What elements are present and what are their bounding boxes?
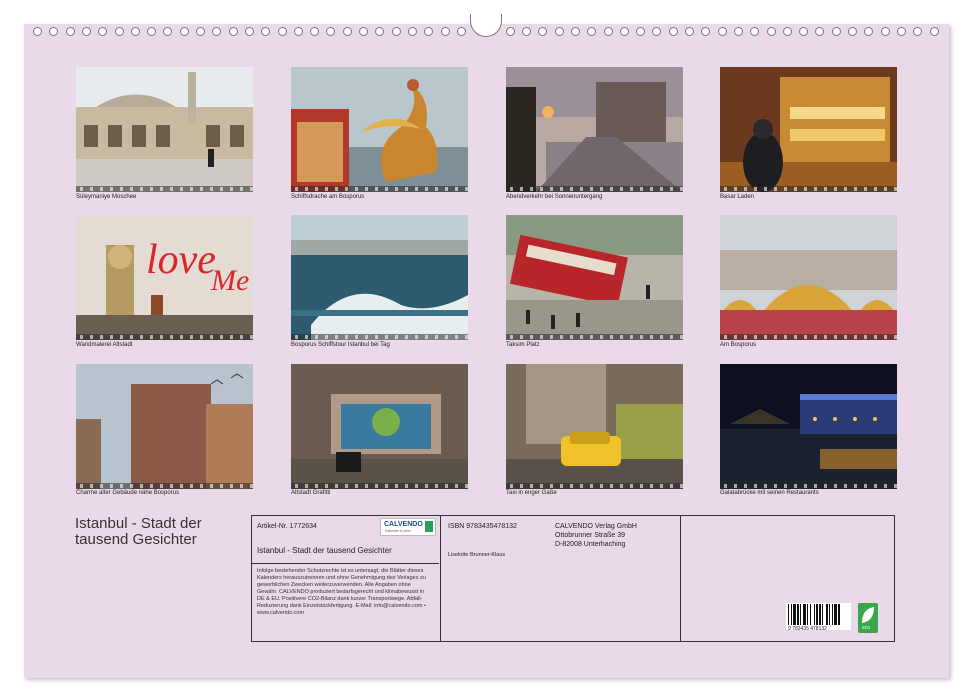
binding-ring <box>717 27 727 36</box>
photo-taxi-alley <box>506 364 683 489</box>
calvendo-logo: CALVENDO Kalender & mehr <box>380 518 436 536</box>
calendar-title: Istanbul - Stadt der tausend Gesichter <box>75 515 202 548</box>
caption-5: Wandmalerei Altstadt <box>76 342 133 348</box>
binding-ring <box>212 27 222 36</box>
binding-ring <box>33 27 42 36</box>
binding-ring <box>147 27 157 36</box>
photo-taksim-tram <box>506 215 683 340</box>
photo-evening-traffic <box>506 67 683 192</box>
photo-am-bosporus <box>720 215 897 340</box>
caption-6: Bosporus Schiffstour Istanbul bei Tag <box>291 342 390 348</box>
photo-bosporus-boat <box>291 215 468 340</box>
binding-ring <box>228 27 238 36</box>
binding-ring <box>685 27 694 36</box>
author: Liselotte Brunner-Klaus <box>448 552 506 558</box>
binding-ring <box>570 27 580 36</box>
binding-ring <box>440 27 450 36</box>
photo-wall-painting: love Me <box>76 215 253 340</box>
binding-ring <box>179 27 189 36</box>
binding-ring <box>196 27 205 36</box>
binding-ring <box>913 27 923 36</box>
product-title: Istanbul - Stadt der tausend Gesichter <box>257 546 392 555</box>
binding-ring <box>896 27 906 36</box>
binding-ring <box>391 27 401 36</box>
photo-suleymaniye <box>76 67 253 192</box>
caption-9: Charme alter Gebäude nähe Bosporus <box>76 490 180 496</box>
photo-bazaar-shop <box>720 67 897 192</box>
binding-ring <box>782 27 792 36</box>
binding-ring <box>244 27 254 36</box>
binding-ring <box>799 27 809 36</box>
binding-ring <box>880 27 890 36</box>
caption-11: Taxi in enger Gaße <box>506 490 557 496</box>
binding-ring <box>815 27 825 36</box>
binding-ring <box>864 27 874 36</box>
legal-text: Infolge bestehender Schutzrechte ist es … <box>257 568 426 616</box>
binding-ring <box>538 27 548 36</box>
binding-ring <box>733 27 743 36</box>
photo-galata-bridge <box>720 364 897 489</box>
binding-ring <box>505 27 515 36</box>
binding-ring <box>114 27 124 36</box>
binding-ring <box>163 27 173 36</box>
barcode-number: 9 783435 478132 <box>788 626 827 632</box>
binding-ring <box>261 27 271 36</box>
binding-ring <box>668 27 678 36</box>
binding-ring <box>424 27 434 36</box>
binding-ring <box>342 27 352 36</box>
brand-name: CALVENDO <box>384 521 423 528</box>
binding-ring <box>619 27 629 36</box>
caption-12: Galatabrücke mit seinen Restaurants <box>720 490 819 496</box>
binding-ring <box>375 27 385 36</box>
binding-ring <box>293 27 303 36</box>
binding-ring <box>587 27 597 36</box>
binding-ring <box>750 27 760 36</box>
binding-ring <box>310 27 320 36</box>
photo-graffiti-street <box>291 364 468 489</box>
caption-10: Altstadt Grafitti <box>291 490 331 496</box>
binding-ring <box>359 27 368 36</box>
caption-7: Taksim Platz <box>506 342 540 348</box>
binding-ring <box>81 27 91 36</box>
publisher-city: D-82008 Unterhaching <box>555 541 626 548</box>
binding-ring <box>522 27 531 36</box>
caption-1: Süleymaniye Moschee <box>76 194 137 200</box>
binding-ring <box>49 27 59 36</box>
svg-text:love: love <box>146 237 216 283</box>
binding-ring <box>831 27 841 36</box>
photo-old-buildings <box>76 364 253 489</box>
binding-ring <box>766 27 776 36</box>
caption-8: Am Bosporus <box>720 342 757 348</box>
binding-ring <box>554 27 564 36</box>
photo-ship-dragon <box>291 67 468 192</box>
publisher-name: CALVENDO Verlag GmbH <box>555 523 637 530</box>
svg-text:Me: Me <box>210 264 249 297</box>
caption-3: Abendverkehr bei Sonnenuntergang <box>506 194 603 200</box>
binding-ring <box>326 27 336 36</box>
binding-ring <box>65 27 75 36</box>
binding-ring <box>848 27 857 36</box>
binding-ring <box>456 27 466 36</box>
binding-ring <box>701 27 711 36</box>
binding-ring <box>407 27 417 36</box>
eco-label-icon: eco <box>858 603 878 633</box>
eco-label-text: eco <box>862 625 871 631</box>
binding-ring <box>929 27 939 36</box>
article-number: Artikel-Nr. 1772634 <box>257 523 317 530</box>
binding-ring <box>277 27 287 36</box>
caption-2: Schiffsdrache am Bosporus <box>291 194 365 200</box>
isbn: ISBN 9783435478132 <box>448 523 517 530</box>
publisher-street: Ottobrunner Straße 39 <box>555 532 626 539</box>
brand-tagline: Kalender & mehr <box>385 529 412 533</box>
binding-ring <box>130 27 140 36</box>
binding-ring <box>603 27 613 36</box>
brand-mark-icon <box>425 521 433 532</box>
binding-ring <box>98 27 108 36</box>
binding-ring <box>652 27 662 36</box>
caption-4: Basar Laden <box>720 194 755 200</box>
binding-ring <box>636 27 646 36</box>
